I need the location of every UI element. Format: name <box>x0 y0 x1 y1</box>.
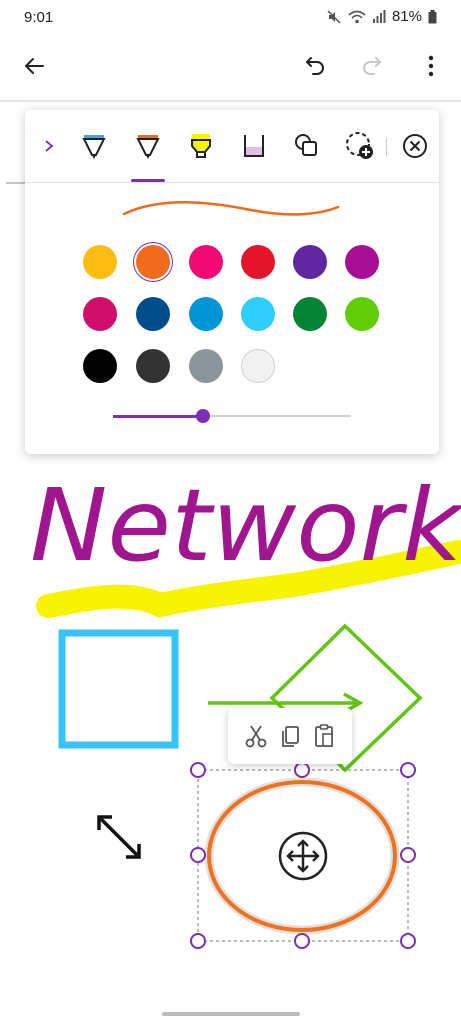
color-swatch[interactable] <box>241 349 275 383</box>
handwritten-network-text[interactable]: Network <box>30 467 461 584</box>
resize-handle-left[interactable] <box>190 847 206 863</box>
thickness-slider-fill <box>113 415 204 418</box>
status-icons: 81% <box>326 8 437 25</box>
color-swatch[interactable] <box>136 245 170 279</box>
color-swatch[interactable] <box>83 297 117 331</box>
close-circle-icon <box>403 134 427 158</box>
cut-button[interactable] <box>240 720 272 752</box>
copy-button[interactable] <box>274 720 306 752</box>
lasso-select-tool[interactable] <box>342 128 378 164</box>
color-swatch[interactable] <box>83 245 117 279</box>
pen-tool-orange[interactable] <box>130 128 166 164</box>
app-bar <box>0 34 461 100</box>
resize-double-arrow <box>97 815 141 859</box>
resize-handle-top[interactable] <box>294 762 310 778</box>
collapse-toolbar-button[interactable] <box>31 128 67 164</box>
highlighter-icon <box>191 134 211 158</box>
lasso-select-icon <box>346 132 373 159</box>
status-bar: 9:01 81% <box>0 0 461 34</box>
home-indicator <box>162 1012 300 1016</box>
status-time: 9:01 <box>24 9 54 26</box>
paste-icon <box>315 724 333 747</box>
selection-context-menu <box>228 708 352 764</box>
color-swatch[interactable] <box>345 245 379 279</box>
cut-icon <box>245 725 267 748</box>
battery-icon <box>428 9 437 23</box>
pen-icon <box>82 135 106 159</box>
resize-handle-right[interactable] <box>400 847 416 863</box>
resize-handle-top-right[interactable] <box>400 762 416 778</box>
copy-icon <box>282 726 299 747</box>
color-swatch[interactable] <box>136 297 170 331</box>
highlighter-tool[interactable] <box>183 128 219 164</box>
battery-percent: 81% <box>391 8 422 25</box>
redo-icon <box>363 57 381 75</box>
stroke-preview <box>122 201 340 216</box>
resize-handle-bottom[interactable] <box>294 933 310 949</box>
signal-icon <box>372 9 386 23</box>
resize-handle-top-left[interactable] <box>190 762 206 778</box>
undo-button[interactable] <box>297 48 333 84</box>
paste-button[interactable] <box>308 720 340 752</box>
resize-handle-bottom-right[interactable] <box>400 933 416 949</box>
mute-icon <box>327 9 341 24</box>
chevron-right-icon <box>45 140 54 152</box>
more-vert-icon <box>428 55 434 77</box>
color-swatch[interactable] <box>293 245 327 279</box>
color-swatch[interactable] <box>189 297 223 331</box>
color-swatch[interactable] <box>345 297 379 331</box>
color-swatch[interactable] <box>83 349 117 383</box>
cyan-square-shape[interactable] <box>58 629 179 749</box>
thickness-slider-thumb[interactable] <box>196 409 211 423</box>
shapes-tool[interactable] <box>289 128 325 164</box>
ink-to-shape-tool[interactable] <box>236 128 272 164</box>
pen-icon <box>136 135 160 159</box>
undo-icon <box>306 57 324 75</box>
move-icon[interactable] <box>278 831 328 881</box>
color-swatch[interactable] <box>136 349 170 383</box>
color-swatch[interactable] <box>241 297 275 331</box>
back-button[interactable] <box>16 48 52 84</box>
palette-divider <box>25 182 439 183</box>
pen-palette-popup <box>25 110 439 454</box>
color-swatch[interactable] <box>241 245 275 279</box>
pen-tool-blue[interactable] <box>76 128 112 164</box>
color-swatch[interactable] <box>189 349 223 383</box>
palette-toolbar <box>25 110 439 182</box>
wifi-icon <box>348 10 366 23</box>
back-arrow-icon <box>25 58 44 74</box>
more-options-button[interactable] <box>413 48 449 84</box>
color-swatch[interactable] <box>189 245 223 279</box>
resize-handle-bottom-left[interactable] <box>190 933 206 949</box>
shapes-icon <box>295 134 317 156</box>
toolbar-separator <box>386 138 387 156</box>
color-swatch[interactable] <box>293 297 327 331</box>
close-palette-button[interactable] <box>397 128 433 164</box>
ink-to-shape-icon <box>244 135 264 157</box>
redo-button[interactable] <box>354 48 390 84</box>
